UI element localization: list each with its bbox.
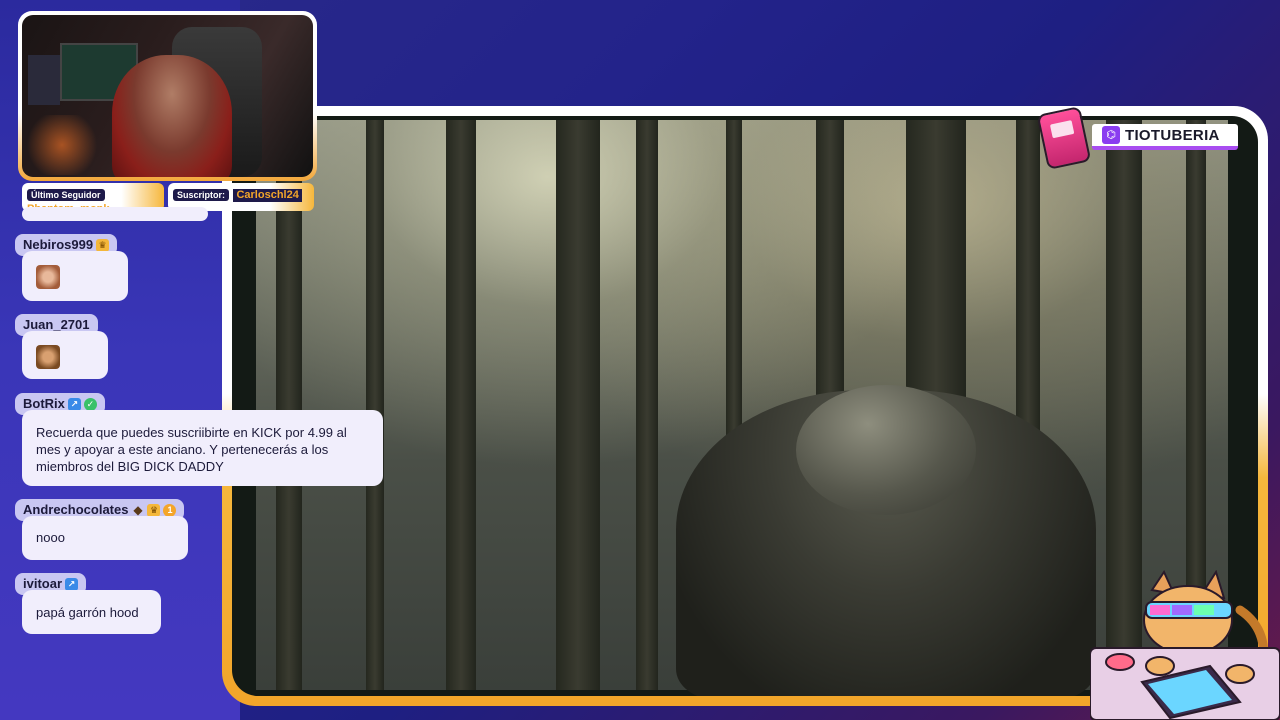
arcade-machine-icon: [1036, 106, 1092, 170]
streamer: [112, 55, 232, 177]
brand-bar: ⌬ TIOTUBERIA: [1092, 124, 1238, 150]
chat-message: [22, 251, 128, 301]
cat-mascot: [1089, 569, 1280, 720]
verified-icon: ✓: [83, 397, 97, 411]
tree-trunk: [556, 120, 600, 690]
subscriber-title: Suscriptor:: [173, 189, 230, 201]
crown-icon: ♛: [96, 238, 110, 252]
tree-trunk: [366, 120, 384, 690]
bot-icon: ↗: [65, 577, 79, 591]
tree-trunk: [446, 120, 476, 690]
monitor-left: [28, 55, 60, 105]
figure-head: [796, 385, 976, 515]
dog-emote: [36, 345, 60, 369]
sub-1-icon: 1: [163, 503, 177, 517]
latest-follower-title: Último Seguidor: [27, 189, 105, 201]
chat-bubble-partial: [22, 207, 208, 221]
brand-name: TIOTUBERIA: [1125, 126, 1220, 144]
light-glow: [22, 115, 102, 175]
cat-mascot-art: [1089, 569, 1280, 720]
face-emote: [36, 265, 60, 289]
subscriber-name: Carloschl24: [233, 189, 302, 202]
webcam-feed: [22, 15, 313, 177]
tree-trunk: [636, 120, 658, 690]
chat-message: [22, 331, 108, 379]
crown-icon: ♛: [147, 503, 161, 517]
chat-message: nooo: [22, 516, 188, 560]
channel-logo: ⌬ TIOTUBERIA: [1036, 106, 1242, 170]
chat-message: papá garrón hood: [22, 590, 161, 634]
video-player[interactable]: [256, 120, 1228, 696]
chat-message: Recuerda que puedes suscriibirte en KICK…: [22, 410, 383, 486]
bot-icon: ↗: [67, 397, 81, 411]
diamond-icon: ◆: [133, 502, 143, 517]
twitch-icon: ⌬: [1102, 126, 1120, 144]
